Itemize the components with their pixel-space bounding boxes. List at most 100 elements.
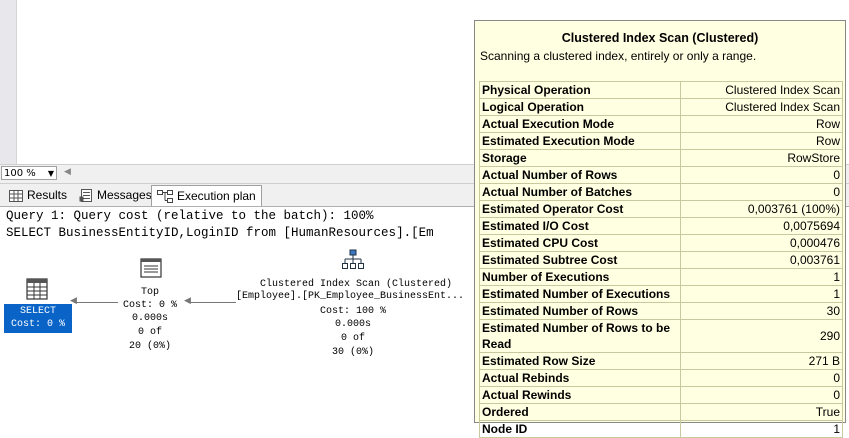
property-value: RowStore [680,149,843,167]
tooltip-row: Node ID 1 [479,420,843,438]
property-value: 1 [680,420,843,438]
property-key: Estimated Row Size [479,352,681,370]
tab-label: Messages [97,188,152,202]
property-key: Actual Rebinds [479,369,681,387]
top-node-name: Top [140,287,159,298]
tab-messages[interactable]: Messages [74,186,157,205]
scan-node-object: [Employee].[PK_Employee_BusinessEnt... [236,291,465,302]
tooltip-row: Number of Executions 1 [479,268,843,286]
property-value: 0 [680,183,843,201]
property-value: 271 B [680,352,843,370]
property-key: Actual Number of Batches [479,183,681,201]
select-node-name: SELECT [19,306,56,317]
property-key: Logical Operation [479,98,681,116]
property-key: Estimated Number of Rows to be Read [479,319,681,353]
property-value: 0 [680,369,843,387]
tooltip-row: Logical Operation Clustered Index Scan [479,98,843,116]
property-value: 30 [680,302,843,320]
tooltip-properties-table: Physical Operation Clustered Index Scan L… [479,81,843,438]
grid-icon [9,189,23,202]
query-cost-line: Query 1: Query cost (relative to the bat… [6,209,374,223]
tooltip-row: Estimated Number of Executions 1 [479,285,843,303]
scan-node-rows: 30 (0%) [331,347,374,358]
property-key: Ordered [479,403,681,421]
property-value: Row [680,132,843,150]
arrow-left-icon: ◀ [184,296,191,306]
tab-results[interactable]: Results [4,186,72,205]
operator-tooltip: Clustered Index Scan (Clustered) Scannin… [474,20,846,438]
property-key: Physical Operation [479,81,681,99]
tooltip-row: Estimated Subtree Cost 0,003761 [479,251,843,269]
property-key: Actual Number of Rows [479,166,681,184]
scroll-left-icon[interactable]: ◀ [64,167,71,177]
scan-node-cost: Cost: 100 % [319,306,386,317]
property-key: Estimated CPU Cost [479,234,681,252]
top-node-of: 0 of [137,327,162,338]
tab-label: Execution plan [177,188,256,203]
editor-margin [0,0,17,164]
tooltip-row: Estimated Execution Mode Row [479,132,843,150]
tooltip-row: Physical Operation Clustered Index Scan [479,81,843,99]
property-value: Row [680,115,843,133]
tab-execution-plan[interactable]: Execution plan [151,185,262,206]
property-value: 0 [680,386,843,404]
tooltip-row: Estimated Number of Rows to be Read 290 [479,319,843,353]
select-node[interactable]: SELECT Cost: 0 % [4,304,72,333]
tooltip-row: Estimated I/O Cost 0,0075694 [479,217,843,235]
property-value: 1 [680,285,843,303]
tooltip-row: Estimated Operator Cost 0,003761 (100%) [479,200,843,218]
clustered-index-scan-icon[interactable] [341,249,365,271]
tooltip-title: Clustered Index Scan (Clustered) [561,31,759,45]
tooltip-row: Actual Rebinds 0 [479,369,843,387]
tooltip-row: Actual Number of Batches 0 [479,183,843,201]
scan-node-of: 0 of [340,333,365,344]
property-value: 290 [680,319,843,353]
property-key: Estimated Number of Rows [479,302,681,320]
tooltip-row: Ordered True [479,403,843,421]
property-value: 0,0075694 [680,217,843,235]
property-value: 1 [680,268,843,286]
property-key: Node ID [479,420,681,438]
plan-connector [188,302,236,303]
tooltip-row: Actual Number of Rows 0 [479,166,843,184]
property-key: Estimated Subtree Cost [479,251,681,269]
tab-label: Results [27,188,68,202]
top-node-rows: 20 (0%) [128,341,171,352]
tooltip-row: Estimated CPU Cost 0,000476 [479,234,843,252]
zoom-value: 100 % [4,168,36,179]
property-key: Estimated Operator Cost [479,200,681,218]
top-node-cost: Cost: 0 % [122,300,177,311]
select-operator-icon[interactable] [26,278,48,300]
property-value: 0,003761 [680,251,843,269]
property-value: Clustered Index Scan [680,81,843,99]
tooltip-row: Estimated Row Size 271 B [479,352,843,370]
query-text-line: SELECT BusinessEntityID,LoginID from [Hu… [6,226,434,240]
property-value: 0 [680,166,843,184]
scan-node-name: Clustered Index Scan (Clustered) [259,279,453,290]
tooltip-description: Scanning a clustered index, entirely or … [480,49,757,63]
arrow-left-icon: ◀ [70,296,77,306]
property-key: Estimated Execution Mode [479,132,681,150]
chevron-down-icon: ▼ [47,169,54,178]
property-key: Storage [479,149,681,167]
property-key: Actual Execution Mode [479,115,681,133]
scan-node-time: 0.000s [334,319,371,330]
property-key: Actual Rewinds [479,386,681,404]
property-value: 0,000476 [680,234,843,252]
property-value: 0,003761 (100%) [680,200,843,218]
property-key: Estimated I/O Cost [479,217,681,235]
execution-plan-icon [157,189,173,203]
property-value: True [680,403,843,421]
zoom-dropdown[interactable]: 100 % ▼ [1,166,57,180]
property-value: Clustered Index Scan [680,98,843,116]
tooltip-row: Actual Rewinds 0 [479,386,843,404]
tooltip-row: Actual Execution Mode Row [479,115,843,133]
property-key: Number of Executions [479,268,681,286]
top-node-time: 0.000s [131,313,168,324]
messages-icon [79,189,92,202]
tooltip-row: Estimated Number of Rows 30 [479,302,843,320]
property-key: Estimated Number of Executions [479,285,681,303]
tooltip-row: Storage RowStore [479,149,843,167]
select-node-cost: Cost: 0 % [10,319,65,330]
top-operator-icon[interactable] [140,258,162,278]
